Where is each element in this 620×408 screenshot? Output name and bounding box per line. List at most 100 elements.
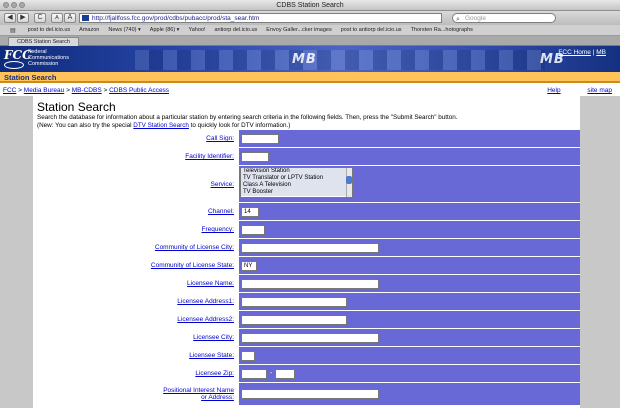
licensee-city-field-cell	[238, 329, 580, 346]
licensee-address1-label[interactable]: Licensee Address1:	[177, 298, 234, 305]
facility-id-input[interactable]	[241, 151, 269, 162]
breadcrumb-fcc[interactable]: FCC	[3, 87, 16, 94]
positional-interest-label[interactable]: Positional Interest Name	[163, 387, 234, 394]
frequency-row: Frequency:	[33, 221, 580, 238]
licensee-name-input[interactable]	[241, 278, 379, 289]
breadcrumb-separator: >	[64, 87, 72, 94]
site-map-link[interactable]: site map	[587, 87, 612, 94]
community-state-field-cell: NY	[238, 257, 580, 274]
licensee-address2-label[interactable]: Licensee Address2:	[177, 316, 234, 323]
breadcrumb-cdbs-public-access[interactable]: CDBS Public Access	[109, 87, 169, 94]
bookmark-item[interactable]: News (740) ▾	[108, 27, 140, 33]
bookmark-item[interactable]: Apple (86) ▾	[150, 27, 180, 33]
licensee-address1-field-cell	[238, 293, 580, 310]
dtv-station-search-link[interactable]: DTV Station Search	[133, 122, 189, 129]
site-favicon-icon	[82, 15, 89, 21]
facility-id-label[interactable]: Facility Identifier:	[185, 153, 234, 160]
service-row: Service: Television Station TV Translato…	[33, 166, 580, 202]
breadcrumb-mb-cdbs[interactable]: MB-CDBS	[72, 87, 102, 94]
frequency-input[interactable]	[241, 224, 265, 235]
service-option[interactable]: Class A Television	[241, 182, 352, 189]
community-state-label[interactable]: Community of License State:	[151, 262, 234, 269]
bookmark-item[interactable]: Yahoo!	[188, 27, 205, 33]
left-gutter	[0, 96, 33, 408]
service-label-cell: Service:	[33, 166, 238, 202]
licensee-address2-label-cell: Licensee Address2:	[33, 311, 238, 328]
breadcrumb-separator: >	[16, 87, 24, 94]
licensee-city-input[interactable]	[241, 332, 379, 343]
window-controls[interactable]	[3, 2, 25, 8]
licensee-zip-label[interactable]: Licensee Zip:	[195, 370, 234, 377]
service-label[interactable]: Service:	[211, 181, 234, 188]
bookmark-item[interactable]: antiorp del.icio.us	[214, 27, 257, 33]
licensee-zip-ext-input[interactable]	[275, 368, 296, 379]
search-placeholder: Google	[465, 15, 486, 22]
bookmark-item[interactable]: Thorsten Ra...hotographs	[411, 27, 473, 33]
call-sign-input[interactable]	[241, 133, 279, 144]
help-links: Help site map	[522, 87, 612, 94]
positional-interest-label-line2[interactable]: or Address:	[201, 394, 234, 401]
licensee-state-label[interactable]: Licensee State:	[189, 352, 234, 359]
fcc-home-link[interactable]: FCC Home	[558, 49, 591, 56]
licensee-state-label-cell: Licensee State:	[33, 347, 238, 364]
service-option[interactable]: TV Booster	[241, 189, 352, 196]
community-city-label-cell: Community of License City:	[33, 239, 238, 256]
bookmarks-book-icon[interactable]: ▤	[10, 27, 16, 34]
call-sign-label[interactable]: Call Sign:	[206, 135, 234, 142]
service-option[interactable]: Television Station	[241, 168, 352, 175]
bookmark-item[interactable]: Amazon	[79, 27, 99, 33]
licensee-city-label-cell: Licensee City:	[33, 329, 238, 346]
licensee-name-label-cell: Licensee Name:	[33, 275, 238, 292]
forward-button[interactable]: ▶	[17, 13, 29, 23]
licensee-city-label[interactable]: Licensee City:	[193, 334, 234, 341]
positional-interest-field-cell	[238, 383, 580, 405]
close-window-icon[interactable]	[3, 2, 9, 8]
address-url: http://fjallfoss.fcc.gov/prod/cdbs/pubac…	[92, 15, 260, 22]
licensee-address1-label-cell: Licensee Address1:	[33, 293, 238, 310]
licensee-zip-row: Licensee Zip: -	[33, 365, 580, 382]
fcc-org-name: Federal Communications Commission	[28, 49, 69, 67]
community-state-input[interactable]: NY	[241, 260, 257, 271]
frequency-label[interactable]: Frequency:	[201, 226, 234, 233]
channel-label[interactable]: Channel:	[208, 208, 234, 215]
back-button[interactable]: ◀	[4, 13, 16, 23]
text-larger-button[interactable]: A	[64, 13, 76, 23]
bookmark-item[interactable]: post to del.icio.us	[28, 27, 71, 33]
tab-cdbs-station-search[interactable]: CDBS Station Search	[8, 37, 79, 46]
bookmark-item[interactable]: Envoy Galler...cker images	[266, 27, 331, 33]
reload-button[interactable]: C	[34, 13, 46, 23]
scrollbar-thumb[interactable]	[346, 176, 352, 184]
channel-input[interactable]: 14	[241, 206, 259, 217]
address-bar[interactable]: http://fjallfoss.fcc.gov/prod/cdbs/pubac…	[79, 13, 442, 23]
licensee-address2-input[interactable]	[241, 314, 347, 325]
community-state-row: Community of License State: NY	[33, 257, 580, 274]
licensee-address2-field-cell	[238, 311, 580, 328]
search-input[interactable]: ⌕ Google	[452, 13, 556, 23]
intro-line-2: (New: You can also try the special DTV S…	[37, 122, 577, 130]
community-city-input[interactable]	[241, 242, 379, 253]
breadcrumb-media-bureau[interactable]: Media Bureau	[24, 87, 64, 94]
positional-interest-input[interactable]	[241, 389, 379, 399]
service-listbox[interactable]: Television Station TV Translator or LPTV…	[240, 167, 353, 198]
service-listbox-scrollbar[interactable]	[346, 168, 352, 197]
positional-interest-row: Positional Interest Name or Address:	[33, 383, 580, 405]
text-smaller-button[interactable]: A	[51, 13, 63, 23]
service-option[interactable]: TV Translator or LPTV Station	[241, 175, 352, 182]
licensee-address1-input[interactable]	[241, 296, 347, 307]
bookmark-item[interactable]: post to antiorp del.icio.us	[341, 27, 402, 33]
banner-photo-strip	[135, 50, 545, 70]
licensee-state-input[interactable]	[241, 350, 255, 361]
zoom-window-icon[interactable]	[19, 2, 25, 8]
mb-mark: MB	[292, 52, 317, 67]
minimize-window-icon[interactable]	[11, 2, 17, 8]
licensee-name-label[interactable]: Licensee Name:	[187, 280, 234, 287]
fcc-banner: FCC Federal Communications Commission MB…	[0, 46, 620, 72]
breadcrumb: FCC > Media Bureau > MB-CDBS > CDBS Publ…	[3, 87, 169, 94]
help-link[interactable]: Help	[547, 87, 560, 94]
page-title: Station Search	[37, 100, 116, 114]
intro-pre: (New: You can also try the special	[37, 121, 134, 129]
community-city-label[interactable]: Community of License City:	[155, 244, 234, 251]
mb-link[interactable]: MB	[596, 49, 606, 56]
positional-interest-label-cell: Positional Interest Name or Address:	[33, 383, 238, 405]
licensee-zip-input[interactable]	[241, 368, 267, 379]
